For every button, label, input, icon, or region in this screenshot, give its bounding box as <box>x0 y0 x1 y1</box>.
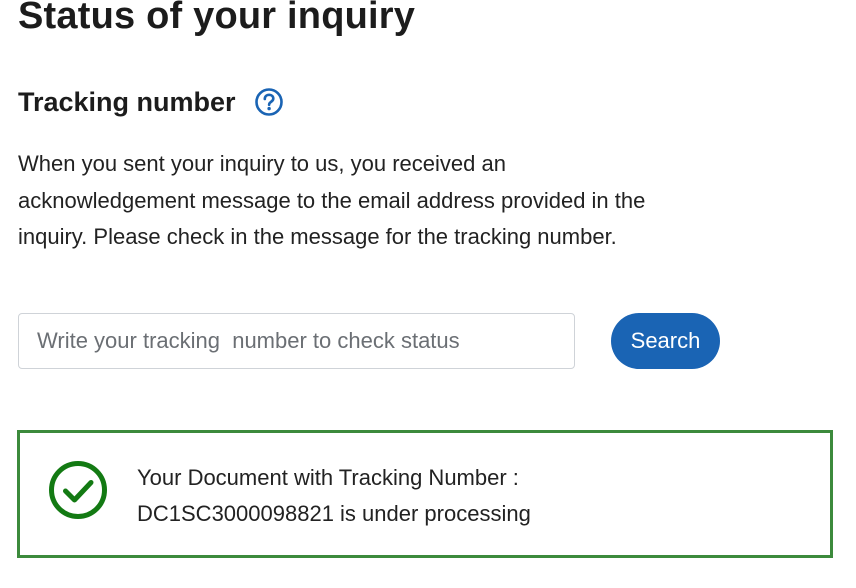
question-circle-icon-graphic <box>254 88 283 116</box>
section-heading: Tracking number <box>18 87 236 117</box>
status-line-1: Your Document with Tracking Number : <box>137 465 519 490</box>
question-circle-icon[interactable] <box>254 87 284 117</box>
tracking-description: When you sent your inquiry to us, you re… <box>18 151 646 249</box>
status-line-2: DC1SC3000098821 is under processing <box>137 501 531 526</box>
search-row: Search <box>18 313 720 369</box>
check-circle-icon <box>49 461 107 519</box>
page-title: Status of your inquiry <box>18 0 416 37</box>
status-message: Your Document with Tracking Number : DC1… <box>137 460 697 532</box>
tracking-number-input[interactable] <box>18 313 575 369</box>
tracking-heading-row: Tracking number <box>18 83 284 121</box>
status-message-box: Your Document with Tracking Number : DC1… <box>17 430 833 558</box>
search-button[interactable]: Search <box>611 313 720 369</box>
